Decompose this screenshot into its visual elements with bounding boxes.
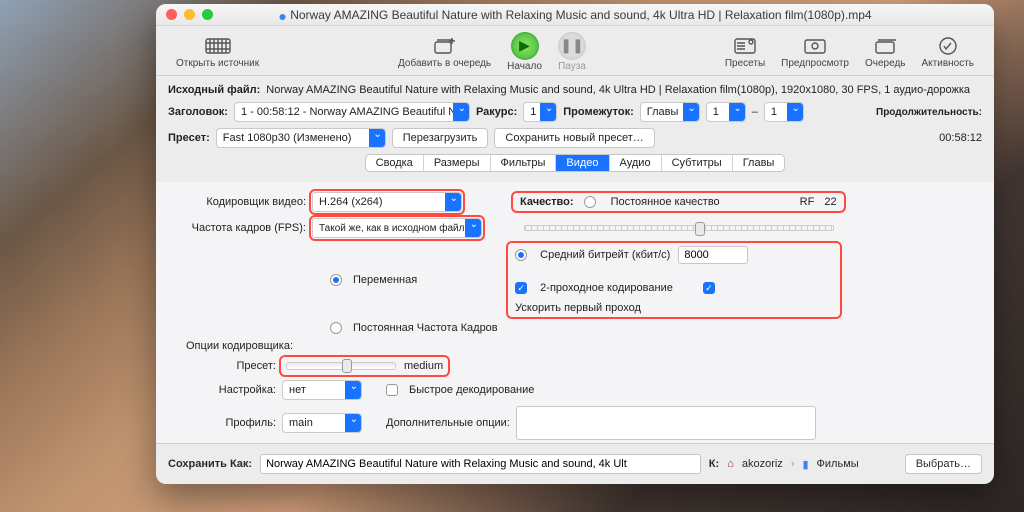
profile-select[interactable]: main — [282, 413, 362, 433]
dest-label: К: — [709, 458, 719, 470]
tab-dimensions[interactable]: Размеры — [424, 155, 491, 171]
close-icon[interactable] — [166, 9, 177, 20]
avg-bitrate-label: Средний битрейт (кбит/с) — [540, 249, 670, 261]
footer: Сохранить Как: К: ⌂ akozoriz › ▮ Фильмы … — [156, 443, 994, 484]
title-bar: ● Norway AMAZING Beautiful Nature with R… — [156, 4, 994, 26]
queue-icon — [871, 35, 899, 57]
traffic-lights — [156, 9, 213, 20]
add-to-queue-button[interactable]: Добавить в очередь — [390, 35, 499, 69]
quality-slider[interactable] — [524, 225, 834, 231]
preset-select[interactable]: Fast 1080p30 (Изменено) — [216, 128, 386, 148]
queue-button[interactable]: Очередь — [857, 35, 914, 69]
title-row: Заголовок: 1 - 00:58:12 - Norway AMAZING… — [168, 102, 982, 122]
rf-label: RF — [800, 196, 815, 208]
tune-select[interactable]: нет — [282, 380, 362, 400]
enc-preset-slider[interactable] — [286, 362, 396, 370]
chapter-to[interactable]: 1 — [764, 102, 804, 122]
rf-value: 22 — [824, 196, 836, 208]
presets-button[interactable]: Пресеты — [717, 35, 773, 69]
preset-label: Пресет: — [168, 132, 210, 144]
minimize-icon[interactable] — [184, 9, 195, 20]
tab-audio[interactable]: Аудио — [610, 155, 662, 171]
bitrate-group: Средний битрейт (кбит/с) ✓ 2-проходное к… — [509, 244, 839, 316]
angle-label: Ракурс: — [476, 106, 517, 118]
turbo-label: Ускорить первый проход — [515, 302, 641, 314]
path-user: akozoriz — [742, 458, 783, 470]
constant-quality-radio[interactable] — [584, 196, 596, 208]
app-window: ● Norway AMAZING Beautiful Nature with R… — [156, 4, 994, 484]
cfr-radio[interactable] — [330, 322, 342, 334]
chevron-icon: › — [791, 458, 795, 470]
home-icon: ⌂ — [727, 458, 734, 470]
source-label: Исходный файл: — [168, 84, 260, 96]
vfr-label: Переменная — [353, 274, 417, 286]
fps-label: Частота кадров (FPS): — [176, 222, 306, 234]
tab-bar: Сводка Размеры Фильтры Видео Аудио Субти… — [168, 154, 982, 172]
enc-options-label: Опции кодировщика: — [176, 340, 306, 352]
choose-button[interactable]: Выбрать… — [905, 454, 982, 474]
queue-add-icon — [431, 35, 459, 57]
profile-label: Профиль: — [176, 417, 276, 429]
activity-icon — [934, 35, 962, 57]
constant-quality-label: Постоянное качество — [611, 196, 720, 208]
range-select[interactable]: Главы — [640, 102, 700, 122]
enc-preset-value: medium — [404, 360, 443, 372]
tab-subtitles[interactable]: Субтитры — [662, 155, 733, 171]
fps-select[interactable]: Такой же, как в исходном файле — [312, 218, 482, 238]
source-value: Norway AMAZING Beautiful Nature with Rel… — [266, 84, 970, 96]
preset-row: Пресет: Fast 1080p30 (Изменено) Перезагр… — [168, 128, 982, 148]
tune-label: Настройка: — [176, 384, 276, 396]
turbo-checkbox[interactable]: ✓ — [703, 282, 715, 294]
duration-value: 00:58:12 — [939, 132, 982, 144]
extra-options-label: Дополнительные опции: — [386, 417, 510, 429]
title-select[interactable]: 1 - 00:58:12 - Norway AMAZING Beautiful … — [234, 102, 470, 122]
encoder-select[interactable]: H.264 (x264) — [312, 192, 462, 212]
save-as-input[interactable] — [260, 454, 701, 474]
fast-decode-checkbox[interactable] — [386, 384, 398, 396]
window-title: ● Norway AMAZING Beautiful Nature with R… — [156, 8, 994, 22]
fast-decode-label: Быстрое декодирование — [409, 384, 534, 396]
enc-preset-label: Пресет: — [176, 360, 276, 372]
pause-icon: ❚❚ — [558, 32, 586, 60]
preview-button[interactable]: Предпросмотр — [773, 35, 857, 69]
extra-options-input[interactable] — [516, 406, 816, 440]
tab-summary[interactable]: Сводка — [366, 155, 424, 171]
open-source-button[interactable]: Открыть источник — [168, 35, 267, 69]
save-preset-button[interactable]: Сохранить новый пресет… — [494, 128, 654, 148]
two-pass-checkbox[interactable]: ✓ — [515, 282, 527, 294]
play-icon: ▶ — [511, 32, 539, 60]
activity-button[interactable]: Активность — [914, 35, 983, 69]
tab-filters[interactable]: Фильтры — [491, 155, 557, 171]
presets-icon — [731, 35, 759, 57]
title-header-label: Заголовок: — [168, 106, 228, 118]
path-folder: Фильмы — [817, 458, 859, 470]
duration-block: Продолжительность: — [876, 107, 982, 118]
cfr-label: Постоянная Частота Кадров — [353, 322, 498, 334]
vfr-radio[interactable] — [330, 274, 342, 286]
video-panel: Кодировщик видео: H.264 (x264) Качество:… — [156, 182, 994, 443]
quality-group: Качество: Постоянное качество RF 22 — [514, 194, 843, 210]
start-button[interactable]: ▶ Начало — [499, 32, 550, 72]
two-pass-label: 2-проходное кодирование — [540, 282, 673, 294]
folder-icon: ▮ — [802, 458, 808, 471]
tab-video[interactable]: Видео — [556, 155, 609, 171]
angle-select[interactable]: 1 — [523, 102, 557, 122]
quality-label: Качество: — [520, 196, 574, 208]
pause-button[interactable]: ❚❚ Пауза — [550, 32, 594, 72]
tab-chapters[interactable]: Главы — [733, 155, 785, 171]
save-as-label: Сохранить Как: — [168, 458, 252, 470]
reload-button[interactable]: Перезагрузить — [392, 128, 489, 148]
zoom-icon[interactable] — [202, 9, 213, 20]
avg-bitrate-radio[interactable] — [515, 249, 527, 261]
content-area: Исходный файл: Norway AMAZING Beautiful … — [156, 76, 994, 443]
bitrate-input[interactable] — [678, 246, 748, 264]
toolbar: Открыть источник Добавить в очередь ▶ На… — [156, 26, 994, 76]
film-icon — [204, 35, 232, 57]
source-row: Исходный файл: Norway AMAZING Beautiful … — [168, 84, 982, 96]
tabs-segment[interactable]: Сводка Размеры Фильтры Видео Аудио Субти… — [365, 154, 786, 172]
range-label: Промежуток: — [563, 106, 634, 118]
chapter-from[interactable]: 1 — [706, 102, 746, 122]
eye-icon — [801, 35, 829, 57]
encoder-label: Кодировщик видео: — [176, 196, 306, 208]
